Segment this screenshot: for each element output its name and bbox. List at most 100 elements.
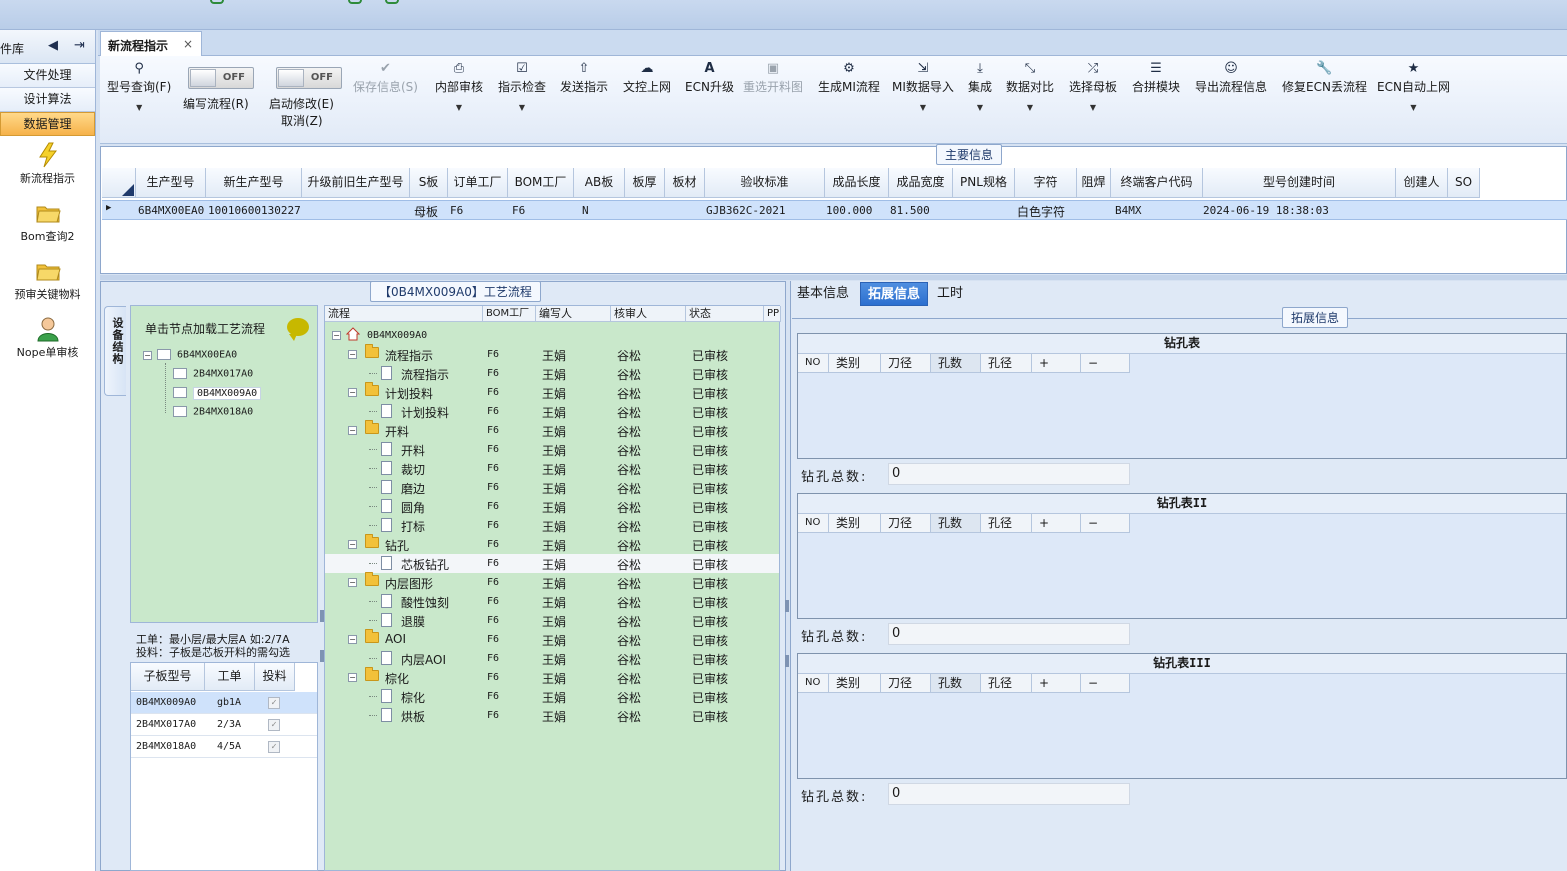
process-row[interactable]: 打标 F6 王娟 谷松 已审核 — [325, 516, 779, 535]
toolbar-icon[interactable] — [210, 0, 224, 4]
drill-col-header[interactable]: 类别 — [829, 514, 881, 533]
col-header[interactable]: PNL规格 — [953, 168, 1015, 198]
start-modify-toggle[interactable]: OFF — [276, 67, 342, 89]
generate-mi-process-button[interactable]: ⚙ 生成MI流程 — [818, 60, 880, 95]
drill-col-header[interactable]: + — [1032, 514, 1081, 533]
dropdown-arrow-icon[interactable]: ▼ — [1377, 103, 1450, 112]
dropdown-arrow-icon[interactable]: ▼ — [1006, 103, 1054, 112]
collapse-toggle-icon[interactable]: − — [348, 578, 357, 587]
tree-root-row[interactable]: − 0B4MX009A0 — [325, 326, 779, 345]
splitter-handle-icon[interactable] — [785, 600, 789, 612]
dropdown-arrow-icon[interactable]: ▼ — [435, 103, 483, 112]
nav-group-data[interactable]: 数据管理 — [0, 112, 95, 136]
process-row[interactable]: 圆角 F6 王娟 谷松 已审核 — [325, 497, 779, 516]
collapse-toggle-icon[interactable]: − — [143, 351, 152, 360]
col-header[interactable]: 验收标准 — [705, 168, 825, 198]
feed-checkbox[interactable]: ✓ — [268, 697, 280, 709]
tree-node[interactable]: 6B4MX00EA0 — [157, 349, 237, 361]
dropdown-arrow-icon[interactable]: ▼ — [107, 103, 171, 112]
process-row[interactable]: 退膜 F6 王娟 谷松 已审核 — [325, 611, 779, 630]
chat-bubble-icon[interactable] — [287, 318, 309, 341]
process-row[interactable]: 流程指示 F6 王娟 谷松 已审核 — [325, 364, 779, 383]
col-header[interactable]: 子板型号 — [131, 663, 205, 691]
toolbar-icon[interactable] — [385, 0, 399, 4]
process-row[interactable]: 棕化 F6 王娟 谷松 已审核 — [325, 687, 779, 706]
ecn-auto-online-button[interactable]: ★ ECN自动上网 ▼ — [1377, 60, 1450, 112]
col-header[interactable]: 新生产型号 — [206, 168, 302, 198]
drill-col-header[interactable]: + — [1032, 674, 1081, 693]
col-header[interactable]: 创建人 — [1396, 168, 1448, 198]
collapse-toggle-icon[interactable]: − — [348, 426, 357, 435]
process-row[interactable]: − 棕化 F6 王娟 谷松 已审核 — [325, 667, 779, 687]
dropdown-arrow-icon[interactable]: ▼ — [968, 103, 992, 112]
collapse-toggle-icon[interactable]: − — [332, 331, 341, 340]
col-header[interactable]: 终端客户代码 — [1111, 168, 1203, 198]
row-selector-header[interactable] — [102, 168, 136, 198]
process-row[interactable]: − 钻孔 F6 王娟 谷松 已审核 — [325, 534, 779, 554]
internal-review-button[interactable]: ⎙ 内部审核 ▼ — [435, 60, 483, 112]
dropdown-arrow-icon[interactable]: ▼ — [892, 103, 954, 112]
tab-basic-info[interactable]: 基本信息 — [790, 282, 856, 306]
col-header[interactable]: 升级前旧生产型号 — [302, 168, 410, 198]
col-header[interactable]: 流程 — [325, 306, 483, 322]
process-row[interactable]: 芯板钻孔 F6 王娟 谷松 已审核 — [325, 554, 779, 573]
save-info-button[interactable]: ✔ 保存信息(S) — [353, 60, 418, 95]
col-header[interactable]: PP — [764, 306, 781, 322]
drill-col-header[interactable]: 孔数 — [931, 674, 981, 693]
process-row[interactable]: − 计划投料 F6 王娟 谷松 已审核 — [325, 382, 779, 402]
mi-data-import-button[interactable]: ⇲ MI数据导入 ▼ — [892, 60, 954, 112]
nav-group-design[interactable]: 设计算法 — [0, 88, 95, 112]
tree-node[interactable]: 2B4MX017A0 — [173, 368, 253, 380]
nav-item-new-process[interactable]: 新流程指示 — [0, 142, 95, 194]
collapse-arrow-icon[interactable]: ◀ — [48, 38, 58, 53]
data-compare-button[interactable]: ⤡ 数据对比 ▼ — [1006, 60, 1054, 112]
col-header[interactable]: 阻焊 — [1077, 168, 1111, 198]
col-header[interactable]: 工单 — [205, 663, 255, 691]
toolbar-icon[interactable] — [348, 0, 362, 4]
drill-col-header[interactable]: 孔数 — [931, 354, 981, 373]
process-row[interactable]: 内层AOI F6 王娟 谷松 已审核 — [325, 649, 779, 668]
process-row[interactable]: − 开料 F6 王娟 谷松 已审核 — [325, 420, 779, 440]
table-row[interactable]: 0B4MX009A0 gb1A ✓ — [131, 692, 317, 714]
drill-col-header[interactable]: 类别 — [829, 674, 881, 693]
col-header[interactable]: 订单工厂 — [448, 168, 508, 198]
col-header[interactable]: 字符 — [1015, 168, 1077, 198]
process-row[interactable]: 开料 F6 王娟 谷松 已审核 — [325, 440, 779, 459]
drill-col-header[interactable]: − — [1081, 514, 1130, 533]
process-row[interactable]: 计划投料 F6 王娟 谷松 已审核 — [325, 402, 779, 421]
horizontal-splitter[interactable] — [100, 275, 1567, 280]
tree-node[interactable]: 2B4MX018A0 — [173, 406, 253, 418]
checkbox[interactable] — [173, 368, 187, 379]
drill-col-header[interactable]: 孔径 — [981, 514, 1032, 533]
drill-col-header[interactable]: − — [1081, 674, 1130, 693]
tree-node-selected[interactable]: 0B4MX009A0 — [173, 386, 262, 400]
tab-work-hours[interactable]: 工时 — [930, 282, 970, 306]
dock-icon[interactable]: ⇥ — [74, 38, 85, 53]
select-motherboard-button[interactable]: ⤮ 选择母板 ▼ — [1069, 60, 1117, 112]
feed-checkbox[interactable]: ✓ — [268, 719, 280, 731]
write-process-toggle[interactable]: OFF — [188, 67, 254, 89]
col-header[interactable]: S板 — [410, 168, 448, 198]
col-header[interactable]: BOM工厂 — [508, 168, 574, 198]
col-header[interactable]: 型号创建时间 — [1203, 168, 1396, 198]
col-header[interactable]: 板厚 — [625, 168, 665, 198]
dropdown-arrow-icon[interactable]: ▼ — [498, 103, 546, 112]
col-header[interactable]: SO — [1448, 168, 1480, 198]
document-tab-new-process[interactable]: 新流程指示 × — [100, 31, 202, 57]
integrate-button[interactable]: ⤓ 集成 ▼ — [968, 60, 992, 112]
ecn-upgrade-button[interactable]: A ECN升级 — [685, 60, 734, 95]
drill-total-field[interactable]: 0 — [888, 463, 1130, 485]
process-row[interactable]: 裁切 F6 王娟 谷松 已审核 — [325, 459, 779, 478]
send-instruction-button[interactable]: ⇧ 发送指示 — [560, 60, 608, 95]
drill-col-header[interactable]: 刀径 — [881, 674, 931, 693]
table-row[interactable]: 2B4MX017A0 2/3A ✓ — [131, 714, 317, 736]
instruction-check-button[interactable]: ☑ 指示检查 ▼ — [498, 60, 546, 112]
col-header[interactable]: 成品长度 — [825, 168, 889, 198]
process-row[interactable]: 酸性蚀刻 F6 王娟 谷松 已审核 — [325, 592, 779, 611]
nav-item-bom-query[interactable]: Bom查询2 — [0, 200, 95, 252]
col-header[interactable]: 状态 — [686, 306, 764, 322]
col-header[interactable]: 投料 — [255, 663, 295, 691]
reselect-cut-drawing-button[interactable]: ▣ 重选开料图 — [743, 60, 803, 95]
collapse-toggle-icon[interactable]: − — [348, 673, 357, 682]
drill-col-header[interactable]: NO — [798, 674, 829, 693]
